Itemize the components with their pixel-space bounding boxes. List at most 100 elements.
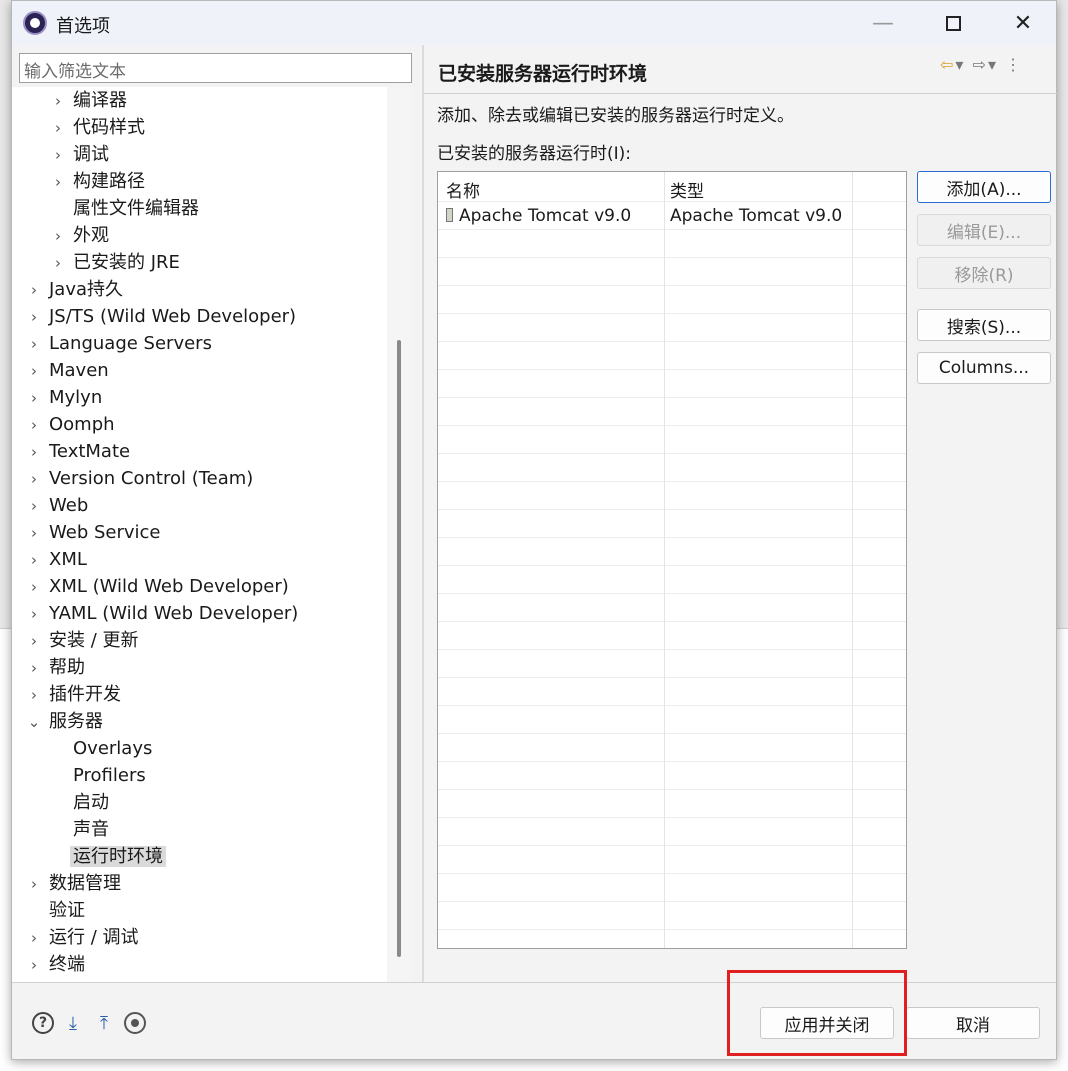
chevron-right-icon[interactable]: › xyxy=(46,115,70,142)
forward-arrow-icon[interactable]: ⇨ xyxy=(973,55,988,74)
tree-item-label: 属性文件编辑器 xyxy=(73,198,199,219)
chevron-right-icon[interactable]: › xyxy=(46,169,70,196)
chevron-right-icon[interactable]: › xyxy=(22,871,46,898)
tree-item[interactable]: › 已安装的 JRE xyxy=(46,249,183,276)
tree-item[interactable]: › YAML (Wild Web Developer) xyxy=(22,600,301,627)
maximize-button[interactable] xyxy=(918,1,988,45)
search-button[interactable]: 搜索(S)... xyxy=(917,309,1051,341)
row-divider xyxy=(438,397,906,398)
tree-item[interactable]: 声音 xyxy=(46,816,112,843)
tree-item-label: 终端 xyxy=(49,954,85,975)
chevron-right-icon[interactable]: › xyxy=(22,601,46,628)
tree-item[interactable]: › Web Service xyxy=(22,519,164,546)
help-icon[interactable]: ? xyxy=(32,1012,54,1034)
tree-item[interactable]: › Version Control (Team) xyxy=(22,465,256,492)
chevron-right-icon[interactable]: › xyxy=(46,88,70,115)
tree-scrollbar-thumb[interactable] xyxy=(397,340,401,957)
more-menu-icon[interactable]: ⋮ xyxy=(1005,55,1023,74)
eclipse-icon xyxy=(23,11,47,35)
filter-input[interactable]: 输入筛选文本 xyxy=(19,53,412,83)
tree-item[interactable]: ⌄ 服务器 xyxy=(22,708,106,735)
tree-item[interactable]: › 构建路径 xyxy=(46,168,148,195)
chevron-right-icon[interactable]: › xyxy=(22,952,46,979)
remove-button[interactable]: 移除(R) xyxy=(917,257,1051,289)
tree-item[interactable]: › 终端 xyxy=(22,951,88,978)
tree-item-label: Oomph xyxy=(49,414,115,435)
chevron-right-icon[interactable]: › xyxy=(22,655,46,682)
tree-item[interactable]: › Oomph xyxy=(22,411,118,438)
chevron-right-icon[interactable]: › xyxy=(22,277,46,304)
tree-item[interactable]: › Mylyn xyxy=(22,384,105,411)
chevron-right-icon[interactable]: › xyxy=(22,412,46,439)
tree-item[interactable]: › XML (Wild Web Developer) xyxy=(22,573,292,600)
chevron-right-icon[interactable]: › xyxy=(46,223,70,250)
tree-item[interactable]: › 调试 xyxy=(46,141,112,168)
tree-item[interactable]: › TextMate xyxy=(22,438,133,465)
tree-item[interactable]: Overlays xyxy=(46,735,155,762)
chevron-right-icon[interactable]: › xyxy=(46,250,70,277)
tree-scrollbar[interactable] xyxy=(387,87,412,982)
chevron-right-icon[interactable]: › xyxy=(22,466,46,493)
chevron-right-icon[interactable]: › xyxy=(22,574,46,601)
tree-item[interactable]: › 插件开发 xyxy=(22,681,124,708)
tree-item[interactable]: › 代码样式 xyxy=(46,114,148,141)
column-header-name[interactable]: 名称 xyxy=(446,177,480,202)
page-navigation: ⇦▾ ⇨▾ ⋮ xyxy=(940,55,1023,74)
minimize-button[interactable]: — xyxy=(848,1,918,45)
tree-item[interactable]: › 运行 / 调试 xyxy=(22,924,142,951)
chevron-right-icon[interactable]: › xyxy=(22,682,46,709)
tree-item[interactable]: 验证 xyxy=(22,897,88,924)
chevron-right-icon[interactable]: › xyxy=(22,925,46,952)
column-header-type[interactable]: 类型 xyxy=(670,177,704,202)
chevron-right-icon[interactable]: › xyxy=(22,547,46,574)
add-button[interactable]: 添加(A)... xyxy=(917,171,1051,203)
tree-item[interactable]: › Web xyxy=(22,492,91,519)
title-bar: 首选项 — ✕ xyxy=(12,1,1056,45)
tree-item[interactable]: Profilers xyxy=(46,762,149,789)
chevron-right-icon[interactable]: › xyxy=(22,385,46,412)
back-arrow-icon[interactable]: ⇦ xyxy=(940,55,955,74)
row-divider xyxy=(438,761,906,762)
row-divider xyxy=(438,621,906,622)
tree-item[interactable]: › 帮助 xyxy=(22,654,88,681)
chevron-right-icon[interactable]: › xyxy=(22,358,46,385)
import-icon[interactable]: ⤓ xyxy=(62,1012,84,1034)
page-description: 添加、除去或编辑已安装的服务器运行时定义。 xyxy=(437,106,794,126)
tree-item[interactable]: › 外观 xyxy=(46,222,112,249)
chevron-right-icon[interactable]: › xyxy=(22,520,46,547)
tree-item[interactable]: › XML xyxy=(22,546,90,573)
tree-item-label: 调试 xyxy=(73,144,109,165)
tree-item[interactable]: 运行时环境 xyxy=(46,843,166,870)
page-title: 已安装服务器运行时环境 xyxy=(438,63,648,85)
edit-button[interactable]: 编辑(E)... xyxy=(917,214,1051,246)
row-divider xyxy=(438,509,906,510)
chevron-right-icon[interactable]: › xyxy=(46,142,70,169)
chevron-down-icon[interactable]: ⌄ xyxy=(22,709,46,736)
tree-item[interactable]: › Language Servers xyxy=(22,330,215,357)
chevron-right-icon[interactable]: › xyxy=(22,331,46,358)
columns-button[interactable]: Columns... xyxy=(917,352,1051,384)
cancel-button[interactable]: 取消 xyxy=(906,1007,1040,1039)
chevron-right-icon[interactable]: › xyxy=(22,439,46,466)
forward-menu-icon[interactable]: ▾ xyxy=(988,55,998,74)
record-icon[interactable] xyxy=(124,1012,146,1034)
chevron-right-icon[interactable]: › xyxy=(22,628,46,655)
tree-item[interactable]: › Maven xyxy=(22,357,112,384)
tree-item[interactable]: 启动 xyxy=(46,789,112,816)
tree-item[interactable]: › Java持久 xyxy=(22,276,126,303)
back-menu-icon[interactable]: ▾ xyxy=(955,55,965,74)
pane-splitter[interactable] xyxy=(422,45,424,982)
tree-item[interactable]: 属性文件编辑器 xyxy=(46,195,202,222)
chevron-right-icon[interactable]: › xyxy=(22,304,46,331)
close-button[interactable]: ✕ xyxy=(988,1,1058,45)
export-icon[interactable]: ⤒ xyxy=(93,1012,115,1034)
tree-item[interactable]: › 编译器 xyxy=(46,87,130,114)
row-divider xyxy=(438,677,906,678)
table-row[interactable]: Apache Tomcat v9.0 xyxy=(446,206,631,226)
tree-item[interactable]: › JS/TS (Wild Web Developer) xyxy=(22,303,299,330)
tree-item[interactable]: › 安装 / 更新 xyxy=(22,627,142,654)
tree-item[interactable]: › 数据管理 xyxy=(22,870,124,897)
tree-item-label: 帮助 xyxy=(49,657,85,678)
chevron-right-icon[interactable]: › xyxy=(22,493,46,520)
tree-item-label: 外观 xyxy=(73,225,109,246)
